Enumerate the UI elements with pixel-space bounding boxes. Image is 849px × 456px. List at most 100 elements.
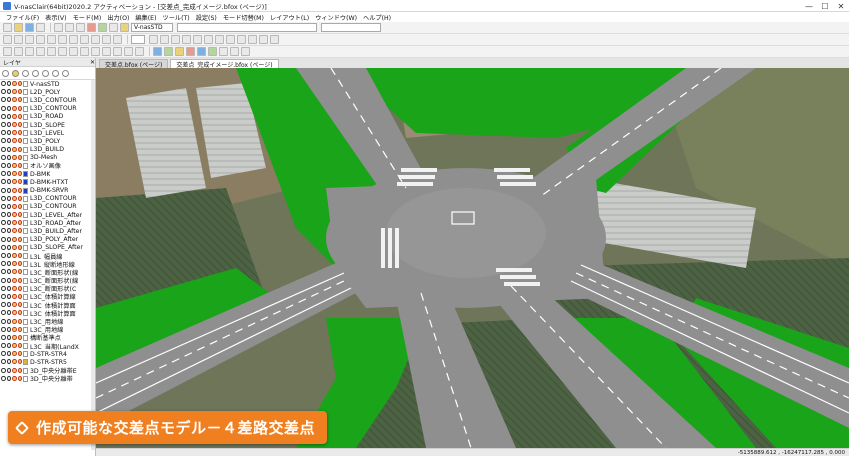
maximize-button[interactable]: ☐ <box>817 0 833 12</box>
tab-intersection[interactable]: 交差点.bfox (ページ) <box>99 59 169 69</box>
layer-state-icons[interactable] <box>0 359 30 366</box>
menu-mode-switch[interactable]: モード切替(M) <box>223 13 264 22</box>
menu-window[interactable]: ウィンドウ(W) <box>315 13 357 22</box>
layer-icon[interactable] <box>270 35 279 44</box>
lock-icon[interactable] <box>12 130 17 136</box>
layer-state-icons[interactable] <box>0 89 30 96</box>
visibility-icon[interactable] <box>1 113 6 119</box>
lock-icon[interactable] <box>12 154 17 160</box>
close-button[interactable]: ✕ <box>833 0 849 12</box>
layer-state-icons[interactable] <box>0 122 30 129</box>
layer-state-icons[interactable] <box>0 195 30 202</box>
visibility-icon[interactable] <box>6 228 11 234</box>
layer-state-icons[interactable] <box>0 334 30 341</box>
paste-icon[interactable] <box>76 23 85 32</box>
visibility-icon[interactable] <box>1 187 6 193</box>
visibility-icon[interactable] <box>6 359 11 365</box>
lock-icon[interactable] <box>12 269 17 275</box>
visibility-icon[interactable] <box>1 285 6 291</box>
layer-state-icons[interactable] <box>0 326 30 333</box>
dimension-icon[interactable] <box>215 35 224 44</box>
layer-row[interactable]: L3D_CONTOUR <box>0 195 95 203</box>
visibility-icon[interactable] <box>1 302 6 308</box>
layer-down-icon[interactable] <box>52 69 59 77</box>
layer-state-icons[interactable] <box>0 154 30 161</box>
visibility-icon[interactable] <box>6 122 11 128</box>
layer-row[interactable]: L3C_断面形状(線 <box>0 277 95 285</box>
star-icon[interactable] <box>12 69 19 77</box>
layer-row[interactable]: D-BMK-HTXT <box>0 178 95 186</box>
walkthrough-icon[interactable] <box>197 47 206 56</box>
layer-row[interactable]: 3D-Mesh <box>0 154 95 162</box>
area-icon[interactable] <box>135 47 144 56</box>
layer-row[interactable]: 構断基準点 <box>0 334 95 342</box>
visibility-icon[interactable] <box>6 138 11 144</box>
text-icon[interactable] <box>204 35 213 44</box>
lock-icon[interactable] <box>17 326 22 332</box>
arc-icon[interactable] <box>160 35 169 44</box>
layer-state-icons[interactable] <box>0 203 30 210</box>
node-icon[interactable] <box>14 47 23 56</box>
lock-icon[interactable] <box>12 293 17 299</box>
lock-icon[interactable] <box>17 236 22 242</box>
lock-icon[interactable] <box>17 302 22 308</box>
visibility-icon[interactable] <box>6 97 11 103</box>
rotate-icon[interactable] <box>25 35 34 44</box>
visibility-icon[interactable] <box>6 293 11 299</box>
layer-state-icons[interactable] <box>0 302 30 309</box>
layer-row[interactable]: L3D_CONTOUR <box>0 96 95 104</box>
lock-icon[interactable] <box>17 367 22 373</box>
visibility-icon[interactable] <box>6 187 11 193</box>
lock-icon[interactable] <box>17 244 22 250</box>
snap-icon[interactable] <box>237 35 246 44</box>
rectangle-icon[interactable] <box>182 35 191 44</box>
layer-state-icons[interactable] <box>0 130 30 137</box>
camera-icon[interactable] <box>186 47 195 56</box>
visibility-icon[interactable] <box>6 81 11 87</box>
visibility-icon[interactable] <box>6 130 11 136</box>
layer-state-icons[interactable] <box>0 146 30 153</box>
lock-icon[interactable] <box>17 375 22 381</box>
lock-icon[interactable] <box>17 171 22 177</box>
visibility-icon[interactable] <box>6 236 11 242</box>
select-icon[interactable] <box>3 35 12 44</box>
visibility-icon[interactable] <box>6 113 11 119</box>
layer-row[interactable]: L3D_CONTOUR <box>0 203 95 211</box>
visibility-icon[interactable] <box>6 220 11 226</box>
visibility-icon[interactable] <box>6 89 11 95</box>
visibility-icon[interactable] <box>1 195 6 201</box>
visibility-icon[interactable] <box>6 179 11 185</box>
cut-icon[interactable] <box>54 23 63 32</box>
visibility-icon[interactable] <box>1 212 6 218</box>
visibility-icon[interactable] <box>1 162 6 168</box>
redo-icon[interactable] <box>98 23 107 32</box>
menu-file[interactable]: ファイル(F) <box>6 13 39 22</box>
visibility-icon[interactable] <box>1 277 6 283</box>
visibility-icon[interactable] <box>6 343 11 349</box>
visibility-icon[interactable] <box>6 375 11 381</box>
grid-icon[interactable] <box>248 35 257 44</box>
lock-icon[interactable] <box>17 105 22 111</box>
lock-icon[interactable] <box>12 318 17 324</box>
pencil-icon[interactable] <box>2 69 9 77</box>
visibility-icon[interactable] <box>1 244 6 250</box>
lock-icon[interactable] <box>12 187 17 193</box>
lock-icon[interactable] <box>17 195 22 201</box>
visibility-icon[interactable] <box>6 269 11 275</box>
lock-icon[interactable] <box>17 334 22 340</box>
lock-icon[interactable] <box>17 220 22 226</box>
visibility-icon[interactable] <box>6 367 11 373</box>
color-combo[interactable] <box>131 35 145 44</box>
lock-icon[interactable] <box>17 113 22 119</box>
lock-icon[interactable] <box>12 310 17 316</box>
visibility-icon[interactable] <box>1 171 6 177</box>
visibility-icon[interactable] <box>1 138 6 144</box>
visibility-icon[interactable] <box>1 203 6 209</box>
visibility-icon[interactable] <box>6 212 11 218</box>
visibility-icon[interactable] <box>1 97 6 103</box>
visibility-icon[interactable] <box>1 261 6 267</box>
visibility-icon[interactable] <box>6 171 11 177</box>
layer-row[interactable]: L3D_ROAD <box>0 113 95 121</box>
hatch-icon[interactable] <box>226 35 235 44</box>
layer-row[interactable]: D-BMK <box>0 170 95 178</box>
